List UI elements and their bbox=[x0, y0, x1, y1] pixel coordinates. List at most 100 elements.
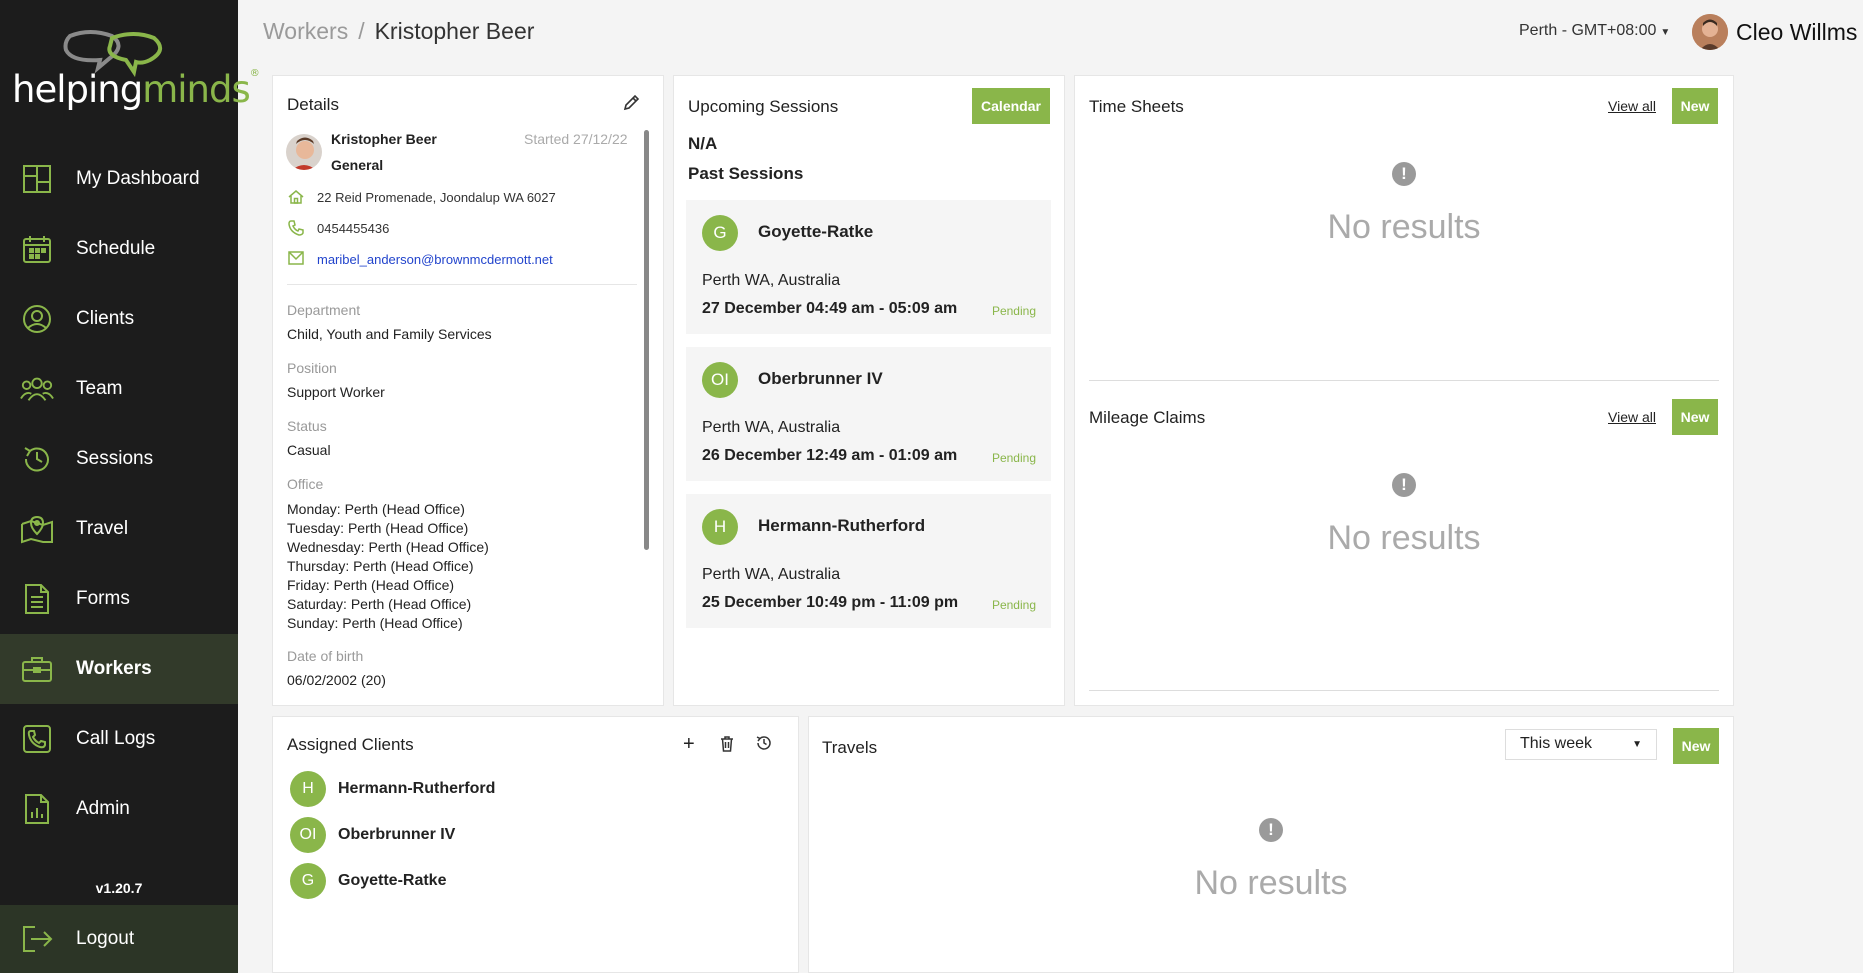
sidebar-item-clients[interactable]: Clients bbox=[0, 284, 238, 354]
office-day: Friday: Perth (Head Office) bbox=[287, 577, 455, 593]
sidebar-item-label: Call Logs bbox=[76, 728, 156, 749]
office-day: Monday: Perth (Head Office) bbox=[287, 501, 465, 517]
assigned-client-name: Goyette-Ratke bbox=[338, 872, 447, 889]
edit-pencil-icon[interactable] bbox=[622, 94, 640, 117]
sidebar-item-label: Clients bbox=[76, 308, 135, 329]
date-range-value: This week bbox=[1520, 735, 1593, 752]
position-value: Support Worker bbox=[287, 384, 385, 400]
user-name[interactable]: Cleo Willms bbox=[1736, 19, 1857, 46]
sidebar-item-label: My Dashboard bbox=[76, 168, 200, 189]
caret-down-icon: ▼ bbox=[1660, 27, 1671, 38]
sidebar-item-team[interactable]: Team bbox=[0, 354, 238, 424]
trash-icon[interactable] bbox=[720, 736, 734, 757]
sidebar-item-schedule[interactable]: Schedule bbox=[0, 214, 238, 284]
exclamation-icon: ! bbox=[1392, 162, 1416, 186]
session-client-name: Oberbrunner IV bbox=[758, 369, 883, 388]
calendar-button[interactable]: Calendar bbox=[972, 88, 1050, 124]
worker-email-link[interactable]: maribel_anderson@brownmcdermott.net bbox=[317, 252, 553, 267]
assigned-client-item[interactable]: G Goyette-Ratke bbox=[290, 863, 446, 899]
sidebar-item-forms[interactable]: Forms bbox=[0, 564, 238, 634]
worker-type: General bbox=[331, 157, 384, 173]
sidebar-item-admin[interactable]: Admin bbox=[0, 774, 238, 844]
client-initials-avatar: H bbox=[290, 771, 326, 807]
sidebar-item-my-dashboard[interactable]: My Dashboard bbox=[0, 144, 238, 214]
user-avatar[interactable] bbox=[1692, 14, 1728, 50]
office-schedule: Monday: Perth (Head Office) Tuesday: Per… bbox=[287, 500, 489, 633]
mileage-empty-state: ! No results bbox=[1254, 473, 1554, 558]
office-day: Sunday: Perth (Head Office) bbox=[287, 615, 463, 631]
dashboard-icon bbox=[20, 162, 54, 196]
add-icon[interactable]: + bbox=[683, 734, 695, 754]
session-location: Perth WA, Australia bbox=[702, 419, 841, 436]
session-status: Pending bbox=[991, 598, 1036, 612]
client-initials-avatar: G bbox=[290, 863, 326, 899]
department-label: Department bbox=[287, 302, 361, 318]
sidebar-item-travel[interactable]: Travel bbox=[0, 494, 238, 564]
position-label: Position bbox=[287, 360, 337, 376]
document-icon bbox=[20, 582, 54, 616]
session-card[interactable]: G Goyette-Ratke Perth WA, Australia 27 D… bbox=[686, 200, 1051, 334]
mileage-view-all-link[interactable]: View all bbox=[1608, 409, 1656, 425]
caret-down-icon: ▼ bbox=[1632, 739, 1642, 750]
upcoming-value: N/A bbox=[688, 134, 718, 153]
logout-icon bbox=[20, 922, 54, 956]
no-results-text: No results bbox=[1327, 519, 1481, 557]
exclamation-icon: ! bbox=[1259, 818, 1283, 842]
office-day: Wednesday: Perth (Head Office) bbox=[287, 539, 489, 555]
office-day: Tuesday: Perth (Head Office) bbox=[287, 520, 469, 536]
app-version: v1.20.7 bbox=[95, 880, 143, 896]
sidebar-item-workers[interactable]: Workers bbox=[0, 634, 238, 704]
sidebar-item-call-logs[interactable]: Call Logs bbox=[0, 704, 238, 774]
upcoming-sessions-title: Upcoming Sessions bbox=[688, 97, 839, 116]
travels-title: Travels bbox=[822, 738, 878, 757]
session-client-name: Goyette-Ratke bbox=[758, 222, 874, 241]
timezone-selector[interactable]: Perth - GMT+08:00 ▼ bbox=[1519, 22, 1670, 40]
assigned-client-item[interactable]: H Hermann-Rutherford bbox=[290, 771, 495, 807]
worker-avatar bbox=[286, 134, 322, 170]
assigned-clients-title: Assigned Clients bbox=[287, 735, 414, 754]
map-pin-icon bbox=[20, 512, 54, 546]
sidebar-item-label: Schedule bbox=[76, 238, 156, 259]
new-travel-button[interactable]: New bbox=[1673, 728, 1719, 764]
client-initials-avatar: OI bbox=[290, 817, 326, 853]
assigned-client-item[interactable]: OI Oberbrunner IV bbox=[290, 817, 455, 853]
sidebar-item-label: Team bbox=[76, 378, 123, 399]
user-circle-icon bbox=[20, 302, 54, 336]
time-sheets-title: Time Sheets bbox=[1089, 97, 1184, 116]
logout-label: Logout bbox=[76, 928, 135, 949]
assigned-client-name: Oberbrunner IV bbox=[338, 826, 456, 843]
calendar-icon bbox=[20, 232, 54, 266]
assigned-client-name: Hermann-Rutherford bbox=[338, 780, 496, 797]
session-location: Perth WA, Australia bbox=[702, 272, 841, 289]
details-scrollbar[interactable] bbox=[644, 130, 649, 550]
new-timesheet-button[interactable]: New bbox=[1672, 88, 1718, 124]
timezone-label: Perth - GMT+08:00 bbox=[1519, 22, 1657, 39]
mileage-claims-title: Mileage Claims bbox=[1089, 408, 1206, 427]
travels-empty-state: ! No results bbox=[1121, 818, 1421, 903]
office-label: Office bbox=[287, 476, 324, 492]
history-icon bbox=[20, 442, 54, 476]
report-icon bbox=[20, 792, 54, 826]
client-initials-avatar: G bbox=[702, 215, 738, 251]
date-range-select[interactable]: This week ▼ bbox=[1505, 729, 1657, 760]
helping-minds-logo[interactable]: helpingminds® bbox=[10, 28, 260, 118]
breadcrumb-current: Kristopher Beer bbox=[374, 18, 535, 44]
session-time: 27 December 04:49 am - 05:09 am bbox=[702, 300, 958, 317]
divider bbox=[1089, 380, 1719, 381]
history-icon[interactable] bbox=[756, 735, 772, 756]
new-mileage-button[interactable]: New bbox=[1672, 399, 1718, 435]
client-initials-avatar: H bbox=[702, 509, 738, 545]
session-client-name: Hermann-Rutherford bbox=[758, 516, 926, 535]
sidebar-item-sessions[interactable]: Sessions bbox=[0, 424, 238, 494]
session-card[interactable]: OI Oberbrunner IV Perth WA, Australia 26… bbox=[686, 347, 1051, 481]
session-status: Pending bbox=[991, 304, 1036, 318]
timesheets-view-all-link[interactable]: View all bbox=[1608, 98, 1656, 114]
briefcase-icon bbox=[20, 652, 54, 686]
sidebar: helpingminds® My Dashboard Schedule Clie… bbox=[0, 0, 260, 973]
breadcrumb-workers-link[interactable]: Workers bbox=[263, 18, 348, 44]
office-day: Thursday: Perth (Head Office) bbox=[287, 558, 474, 574]
breadcrumb: Workers / Kristopher Beer bbox=[263, 18, 534, 45]
session-card[interactable]: H Hermann-Rutherford Perth WA, Australia… bbox=[686, 494, 1051, 628]
logout-button[interactable]: Logout bbox=[0, 905, 238, 973]
status-label: Status bbox=[287, 418, 327, 434]
